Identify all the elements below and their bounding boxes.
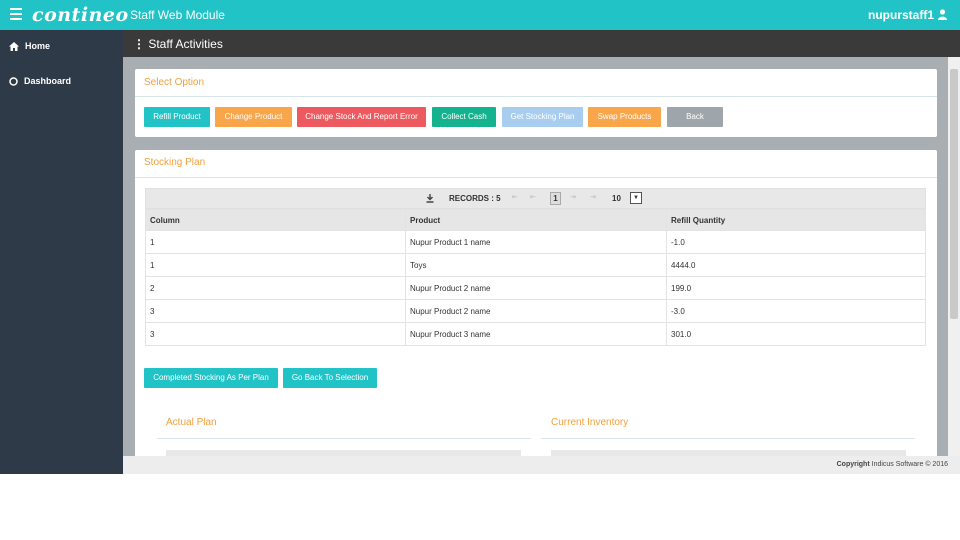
scrollbar-thumb[interactable] xyxy=(950,69,958,319)
collect-cash-button[interactable]: Collect Cash xyxy=(432,107,496,127)
select-option-panel: Select Option Refill Product Change Prod… xyxy=(135,69,937,137)
table-cell: Nupur Product 1 name xyxy=(405,230,667,254)
actual-plan-title: Actual Plan xyxy=(166,417,217,428)
sidebar-footer xyxy=(0,456,123,474)
table-row[interactable]: 3 Nupur Product 2 name -3.0 xyxy=(145,299,926,323)
get-stocking-plan-button[interactable]: Get Stocking Plan xyxy=(502,107,583,127)
table-cell: Nupur Product 3 name xyxy=(405,322,667,346)
chevron-down-icon[interactable]: ▼ xyxy=(630,192,642,204)
copyright-company: Indicus Software © 2016 xyxy=(871,461,948,468)
user-name[interactable]: nupurstaff1 xyxy=(868,8,934,22)
sidebar-item-label: Home xyxy=(25,41,51,51)
page-number[interactable]: 1 xyxy=(550,192,561,205)
divider xyxy=(135,96,937,97)
records-count: RECORDS : 5 xyxy=(449,194,501,203)
info-icon: ⋮ xyxy=(133,37,145,51)
table-row[interactable]: 1 Toys 4444.0 xyxy=(145,253,926,277)
last-page-icon[interactable]: ⇥ xyxy=(590,193,596,201)
table-cell: 4444.0 xyxy=(666,253,926,277)
column-header[interactable]: Refill Quantity xyxy=(666,209,926,231)
change-stock-report-error-button[interactable]: Change Stock And Report Error xyxy=(297,107,426,127)
select-option-title: Select Option xyxy=(144,77,205,88)
table-cell: Nupur Product 2 name xyxy=(405,276,667,300)
logo: contineo xyxy=(32,4,129,26)
copyright-label: Copyright xyxy=(836,461,870,468)
menu-icon[interactable] xyxy=(10,8,22,20)
sidebar-item-home[interactable]: Home xyxy=(9,41,50,51)
download-icon[interactable] xyxy=(426,194,434,203)
page-title: Staff Activities xyxy=(148,37,223,51)
column-header[interactable]: Column xyxy=(145,209,406,231)
next-page-icon[interactable]: ⇥ xyxy=(570,193,576,201)
table-cell: 1 xyxy=(145,253,406,277)
swap-products-button[interactable]: Swap Products xyxy=(588,107,661,127)
table-cell: 1 xyxy=(145,230,406,254)
table-cell: 199.0 xyxy=(666,276,926,300)
module-title: Staff Web Module xyxy=(130,8,225,22)
back-button[interactable]: Back xyxy=(667,107,723,127)
prev-page-icon[interactable]: ⇤ xyxy=(530,193,536,201)
sidebar-item-label: Dashboard xyxy=(24,76,72,86)
divider xyxy=(157,438,531,439)
table-cell: 301.0 xyxy=(666,322,926,346)
go-back-to-selection-button[interactable]: Go Back To Selection xyxy=(283,368,377,388)
divider xyxy=(135,177,937,178)
current-inventory-title: Current Inventory xyxy=(551,417,629,428)
table-cell: 3 xyxy=(145,322,406,346)
table-cell: -1.0 xyxy=(666,230,926,254)
table-cell: -3.0 xyxy=(666,299,926,323)
table-row[interactable]: 3 Nupur Product 3 name 301.0 xyxy=(145,322,926,346)
table-cell: 3 xyxy=(145,299,406,323)
stocking-plan-table: Column Product Refill Quantity 1 Nupur P… xyxy=(145,209,926,346)
sidebar: Home Dashboard xyxy=(0,30,123,456)
vertical-scrollbar[interactable] xyxy=(948,57,960,456)
first-page-icon[interactable]: ⇤ xyxy=(512,193,518,201)
refill-product-button[interactable]: Refill Product xyxy=(144,107,210,127)
change-product-button[interactable]: Change Product xyxy=(215,107,292,127)
table-row[interactable]: 2 Nupur Product 2 name 199.0 xyxy=(145,276,926,300)
completed-stocking-button[interactable]: Completed Stocking As Per Plan xyxy=(144,368,278,388)
app-window: contineo Staff Web Module nupurstaff1 Ho… xyxy=(0,0,960,474)
table-row[interactable]: 1 Nupur Product 1 name -1.0 xyxy=(145,230,926,254)
table-cell: Nupur Product 2 name xyxy=(405,299,667,323)
top-bar: contineo Staff Web Module nupurstaff1 xyxy=(0,0,960,30)
footer: Copyright Indicus Software © 2016 xyxy=(123,456,960,474)
circle-icon xyxy=(9,76,18,86)
home-icon xyxy=(9,41,19,51)
column-header[interactable]: Product xyxy=(405,209,667,231)
table-pager: RECORDS : 5 ⇤ ⇤ 1 ⇥ ⇥ 10 ▼ xyxy=(145,188,926,209)
stocking-plan-title: Stocking Plan xyxy=(144,157,206,168)
table-header-row: Column Product Refill Quantity xyxy=(145,209,926,231)
user-icon[interactable] xyxy=(938,9,947,20)
page-header: ⋮ Staff Activities xyxy=(123,30,960,57)
table-cell: Toys xyxy=(405,253,667,277)
sidebar-item-dashboard[interactable]: Dashboard xyxy=(9,76,71,86)
page-size-select[interactable]: 10 xyxy=(612,194,621,203)
table-cell: 2 xyxy=(145,276,406,300)
divider xyxy=(541,438,915,439)
